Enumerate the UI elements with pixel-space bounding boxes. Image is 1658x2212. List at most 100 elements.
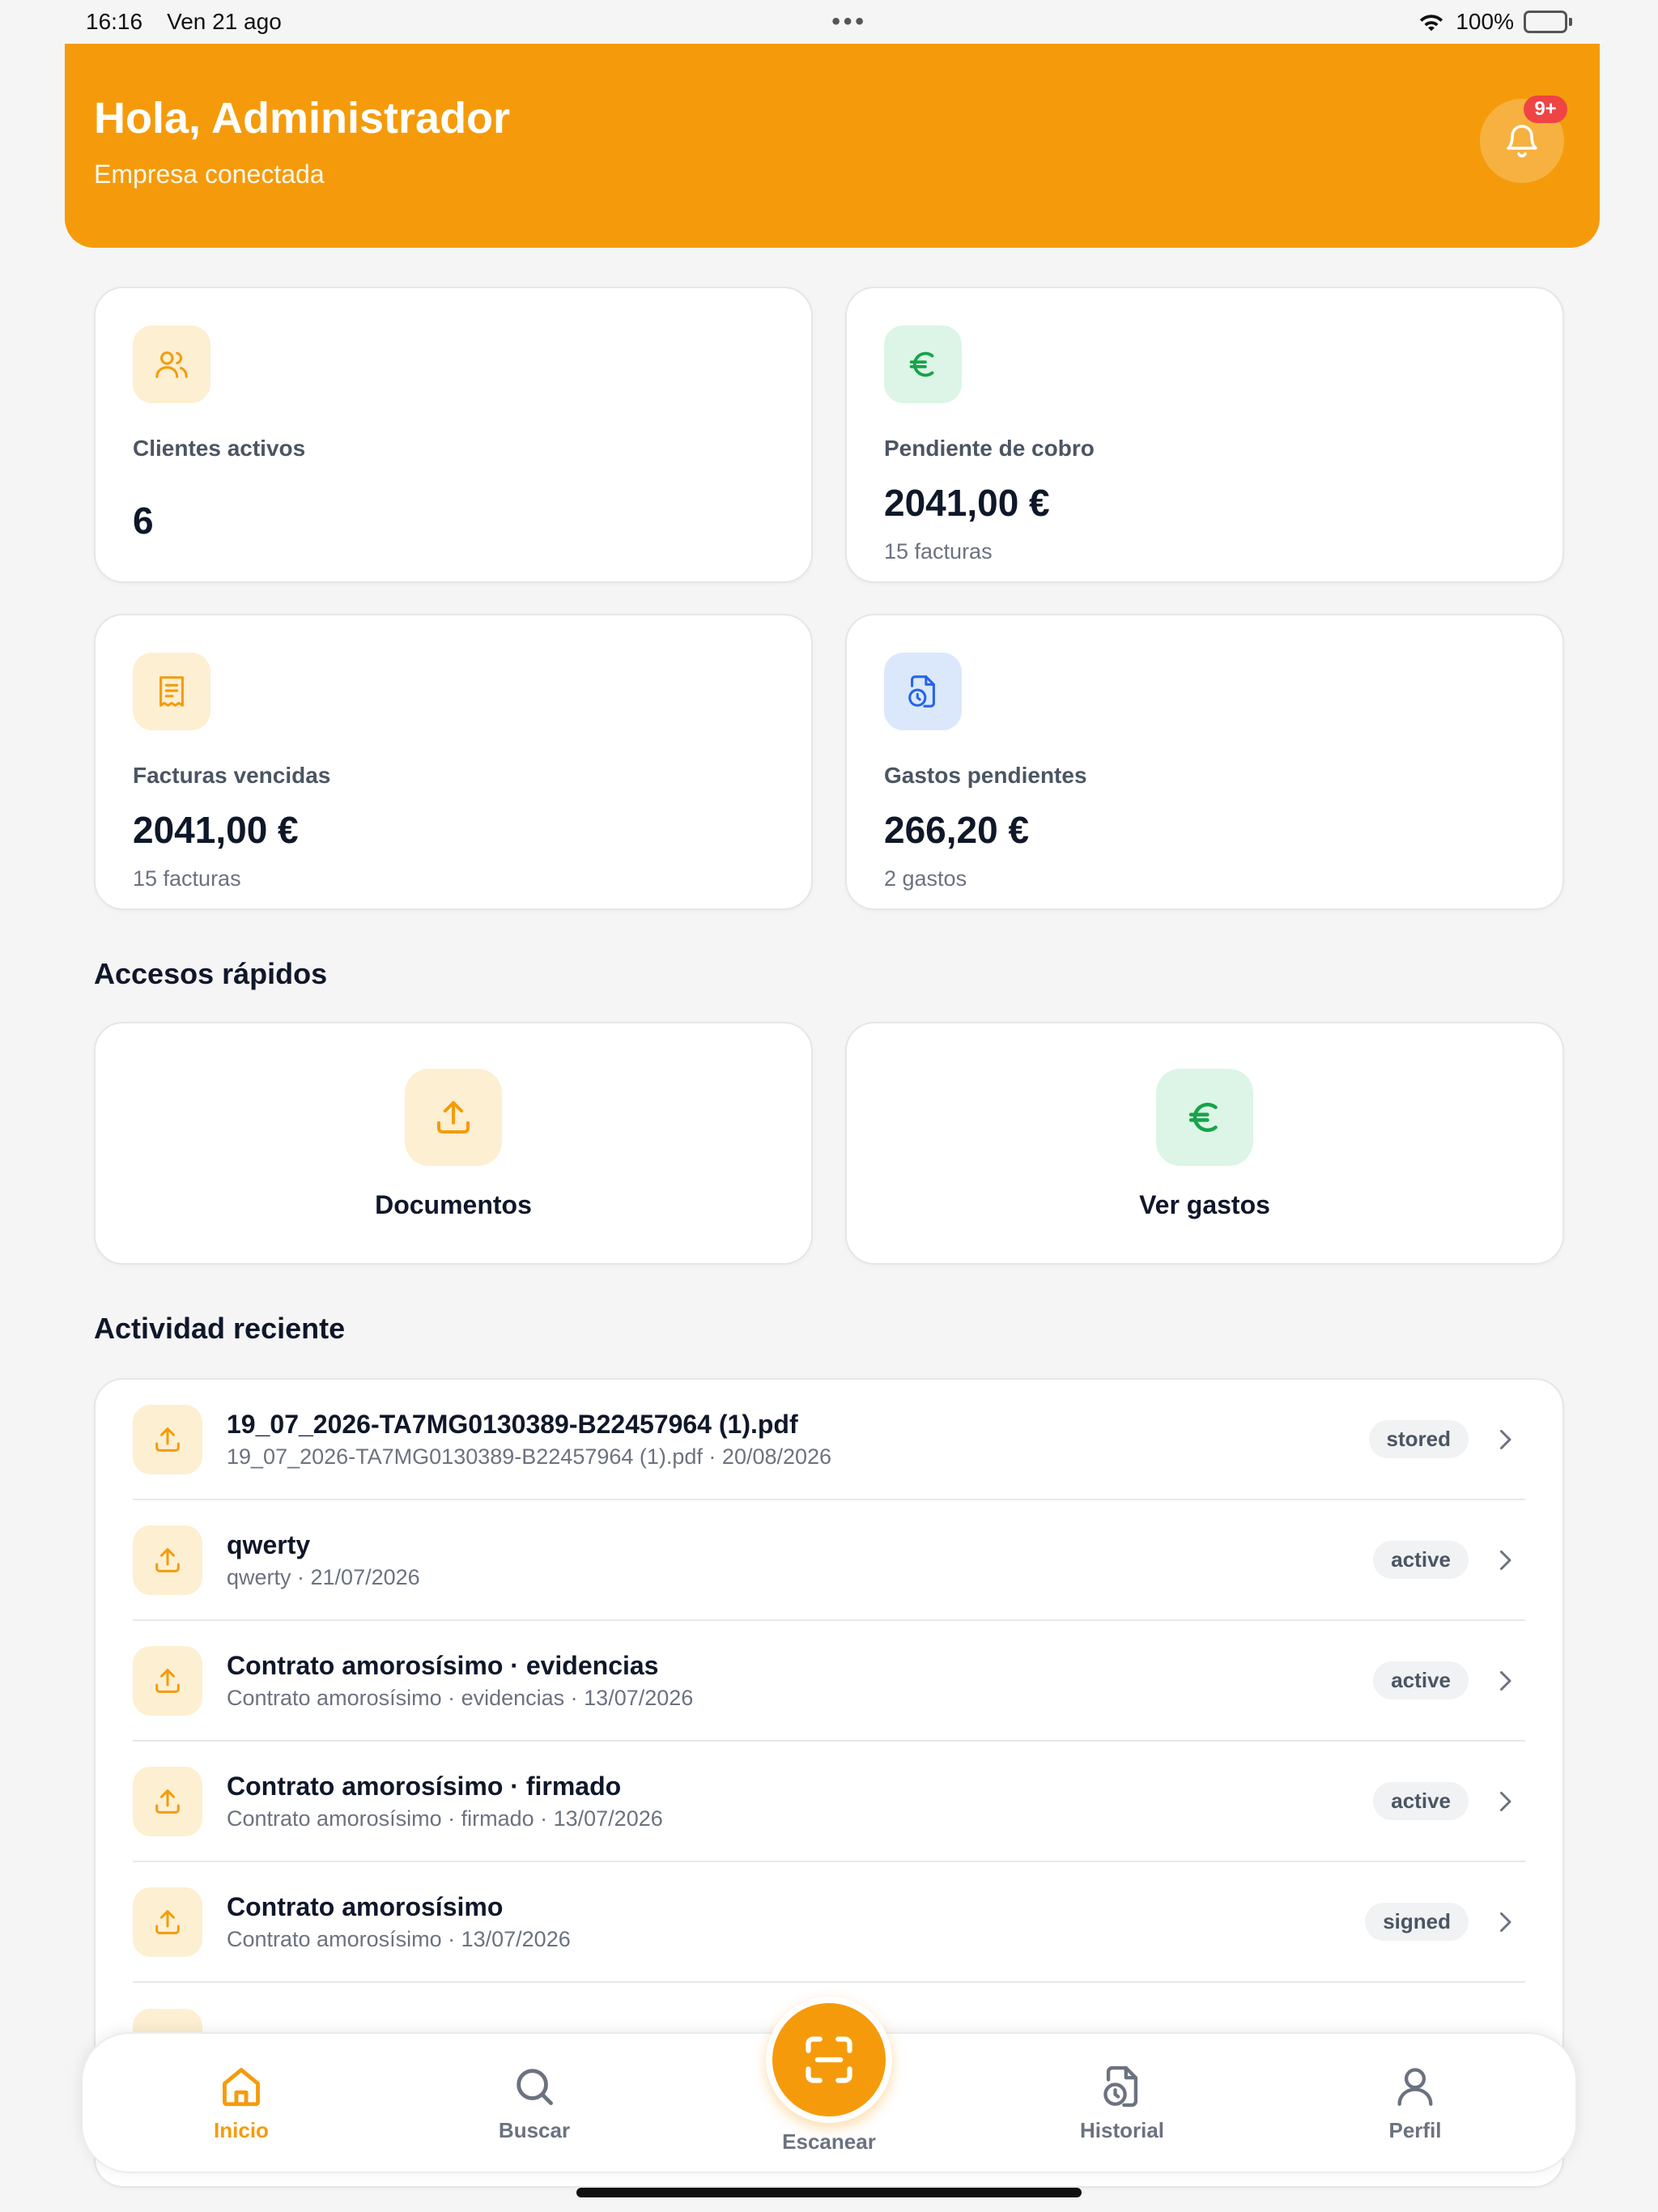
tab-label: Buscar <box>498 2118 571 2142</box>
chevron-right-icon <box>1493 1427 1517 1452</box>
chevron-right-icon <box>1493 1910 1517 1934</box>
stat-value: 2041,00 € <box>133 809 299 851</box>
upload-icon <box>155 1668 180 1693</box>
quick-icon-wrap <box>405 1069 502 1166</box>
status-bar: 16:16 Ven 21 ago ••• 100% <box>0 0 1658 44</box>
activity-title: Contrato amorosísimo <box>227 1891 504 1921</box>
greeting-title: Hola, Administrador <box>94 94 511 143</box>
tab-buscar[interactable]: Buscar <box>453 2063 615 2143</box>
tab-historial[interactable]: Historial <box>1041 2063 1203 2143</box>
tab-label: Historial <box>1079 2118 1165 2142</box>
stat-icon-wrap <box>884 325 962 403</box>
status-badge: stored <box>1368 1420 1469 1458</box>
company-status: Empresa conectada <box>94 159 325 189</box>
battery-percent: 100% <box>1456 9 1514 34</box>
stat-sub: 15 facturas <box>884 539 993 564</box>
activity-item[interactable]: 19_07_2026-TA7MG0130389-B22457964 (1).pd… <box>133 1380 1525 1500</box>
activity-icon-wrap <box>133 1887 202 1957</box>
tab-label: Perfil <box>1388 2118 1442 2142</box>
activity-subtitle: Contrato amorosísimo · firmado · 13/07/2… <box>227 1806 663 1831</box>
tab-perfil[interactable]: Perfil <box>1334 2063 1496 2143</box>
upload-icon <box>155 1909 180 1934</box>
stat-icon-wrap <box>133 653 210 730</box>
stat-label: Facturas vencidas <box>133 763 331 788</box>
multitasking-dots-icon[interactable]: ••• <box>831 8 867 36</box>
stat-card-facturas-vencidas[interactable]: Facturas vencidas 2041,00 € 15 facturas <box>94 614 813 910</box>
status-left: 16:16 Ven 21 ago <box>86 9 282 35</box>
wifi-icon <box>1420 15 1443 32</box>
chevron-right-icon <box>1493 1548 1517 1572</box>
activity-icon-wrap <box>133 1645 202 1716</box>
status-badge: active <box>1373 1541 1469 1579</box>
stat-value: 2041,00 € <box>884 482 1050 524</box>
activity-item[interactable]: qwerty qwerty · 21/07/2026 active <box>133 1500 1525 1621</box>
status-time: 16:16 <box>86 9 143 34</box>
quick-icon-wrap <box>1156 1069 1253 1166</box>
stat-card-clientes[interactable]: Clientes activos 6 <box>94 287 813 583</box>
upload-icon <box>155 1789 180 1814</box>
status-badge: signed <box>1365 1903 1469 1941</box>
tab-label: Inicio <box>214 2118 269 2142</box>
status-right: 100% <box>1417 9 1572 35</box>
activity-text: 19_07_2026-TA7MG0130389-B22457964 (1).pd… <box>227 1410 1369 1470</box>
notifications-button[interactable]: 9+ <box>1480 96 1567 183</box>
activity-text: qwerty qwerty · 21/07/2026 <box>227 1530 1373 1590</box>
activity-title: qwerty <box>227 1529 311 1559</box>
activity-text: Contrato amorosísimo Contrato amorosísim… <box>227 1892 1365 1952</box>
scan-label: Escanear <box>782 2129 876 2154</box>
stat-icon-wrap <box>884 653 962 730</box>
activity-subtitle: qwerty · 21/07/2026 <box>227 1564 420 1589</box>
notification-badge: 9+ <box>1524 96 1567 123</box>
activity-text: Contrato amorosísimo · firmado Contrato … <box>227 1772 1373 1831</box>
stat-label: Clientes activos <box>133 436 306 461</box>
chevron-right-icon <box>1493 1669 1517 1693</box>
stat-sub: 15 facturas <box>133 866 241 891</box>
activity-icon-wrap <box>133 1766 202 1836</box>
stat-card-gastos-pendientes[interactable]: Gastos pendientes 266,20 € 2 gastos <box>845 614 1564 910</box>
battery-icon <box>1523 11 1572 33</box>
stat-value: 266,20 € <box>884 809 1030 851</box>
activity-item[interactable]: Contrato amorosísimo Contrato amorosísim… <box>133 1862 1525 1983</box>
quick-label: Documentos <box>375 1190 532 1219</box>
home-indicator <box>576 2188 1082 2197</box>
user-icon <box>1397 2068 1433 2106</box>
receipt-icon <box>159 676 184 707</box>
stat-card-pendiente-cobro[interactable]: Pendiente de cobro 2041,00 € 15 facturas <box>845 287 1564 583</box>
home-icon <box>223 2068 260 2107</box>
upload-icon <box>155 1427 180 1452</box>
activity-subtitle: 19_07_2026-TA7MG0130389-B22457964 (1).pd… <box>227 1444 832 1469</box>
stat-value: 6 <box>133 500 154 542</box>
history-icon <box>1103 2065 1138 2108</box>
recent-activity-title: Actividad reciente <box>94 1312 346 1345</box>
activity-subtitle: Contrato amorosísimo · evidencias · 13/0… <box>227 1685 694 1710</box>
activity-item[interactable]: Contrato amorosísimo · firmado Contrato … <box>133 1742 1525 1862</box>
euro-icon <box>1188 1103 1218 1132</box>
status-date: Ven 21 ago <box>167 9 282 34</box>
activity-item[interactable]: Contrato amorosísimo · evidencias Contra… <box>133 1621 1525 1742</box>
activity-title: Contrato amorosísimo · evidencias <box>227 1650 659 1680</box>
quick-access-title: Accesos rápidos <box>94 957 328 990</box>
quick-access-documentos[interactable]: Documentos <box>94 1022 813 1265</box>
scan-icon <box>806 2036 852 2083</box>
stat-label: Pendiente de cobro <box>884 436 1095 461</box>
users-icon <box>155 351 188 378</box>
quick-access-ver-gastos[interactable]: Ver gastos <box>845 1022 1564 1265</box>
euro-icon <box>909 351 934 377</box>
file-clock-icon <box>908 675 935 708</box>
stat-label: Gastos pendientes <box>884 763 1087 788</box>
upload-icon <box>436 1100 470 1134</box>
activity-icon-wrap <box>133 1404 202 1474</box>
quick-label: Ver gastos <box>1139 1190 1270 1219</box>
tab-inicio[interactable]: Inicio <box>160 2063 322 2143</box>
status-badge: active <box>1373 1661 1469 1699</box>
search-icon <box>517 2069 553 2105</box>
bell-icon <box>1507 125 1537 158</box>
activity-subtitle: Contrato amorosísimo · 13/07/2026 <box>227 1926 571 1951</box>
header-banner: Hola, Administrador Empresa conectada 9+ <box>65 44 1600 248</box>
scan-button[interactable] <box>766 1997 892 2123</box>
activity-title: 19_07_2026-TA7MG0130389-B22457964 (1).pd… <box>227 1409 798 1439</box>
stat-icon-wrap <box>133 325 210 403</box>
activity-icon-wrap <box>133 1525 202 1595</box>
chevron-right-icon <box>1493 1789 1517 1814</box>
stat-sub: 2 gastos <box>884 866 967 891</box>
